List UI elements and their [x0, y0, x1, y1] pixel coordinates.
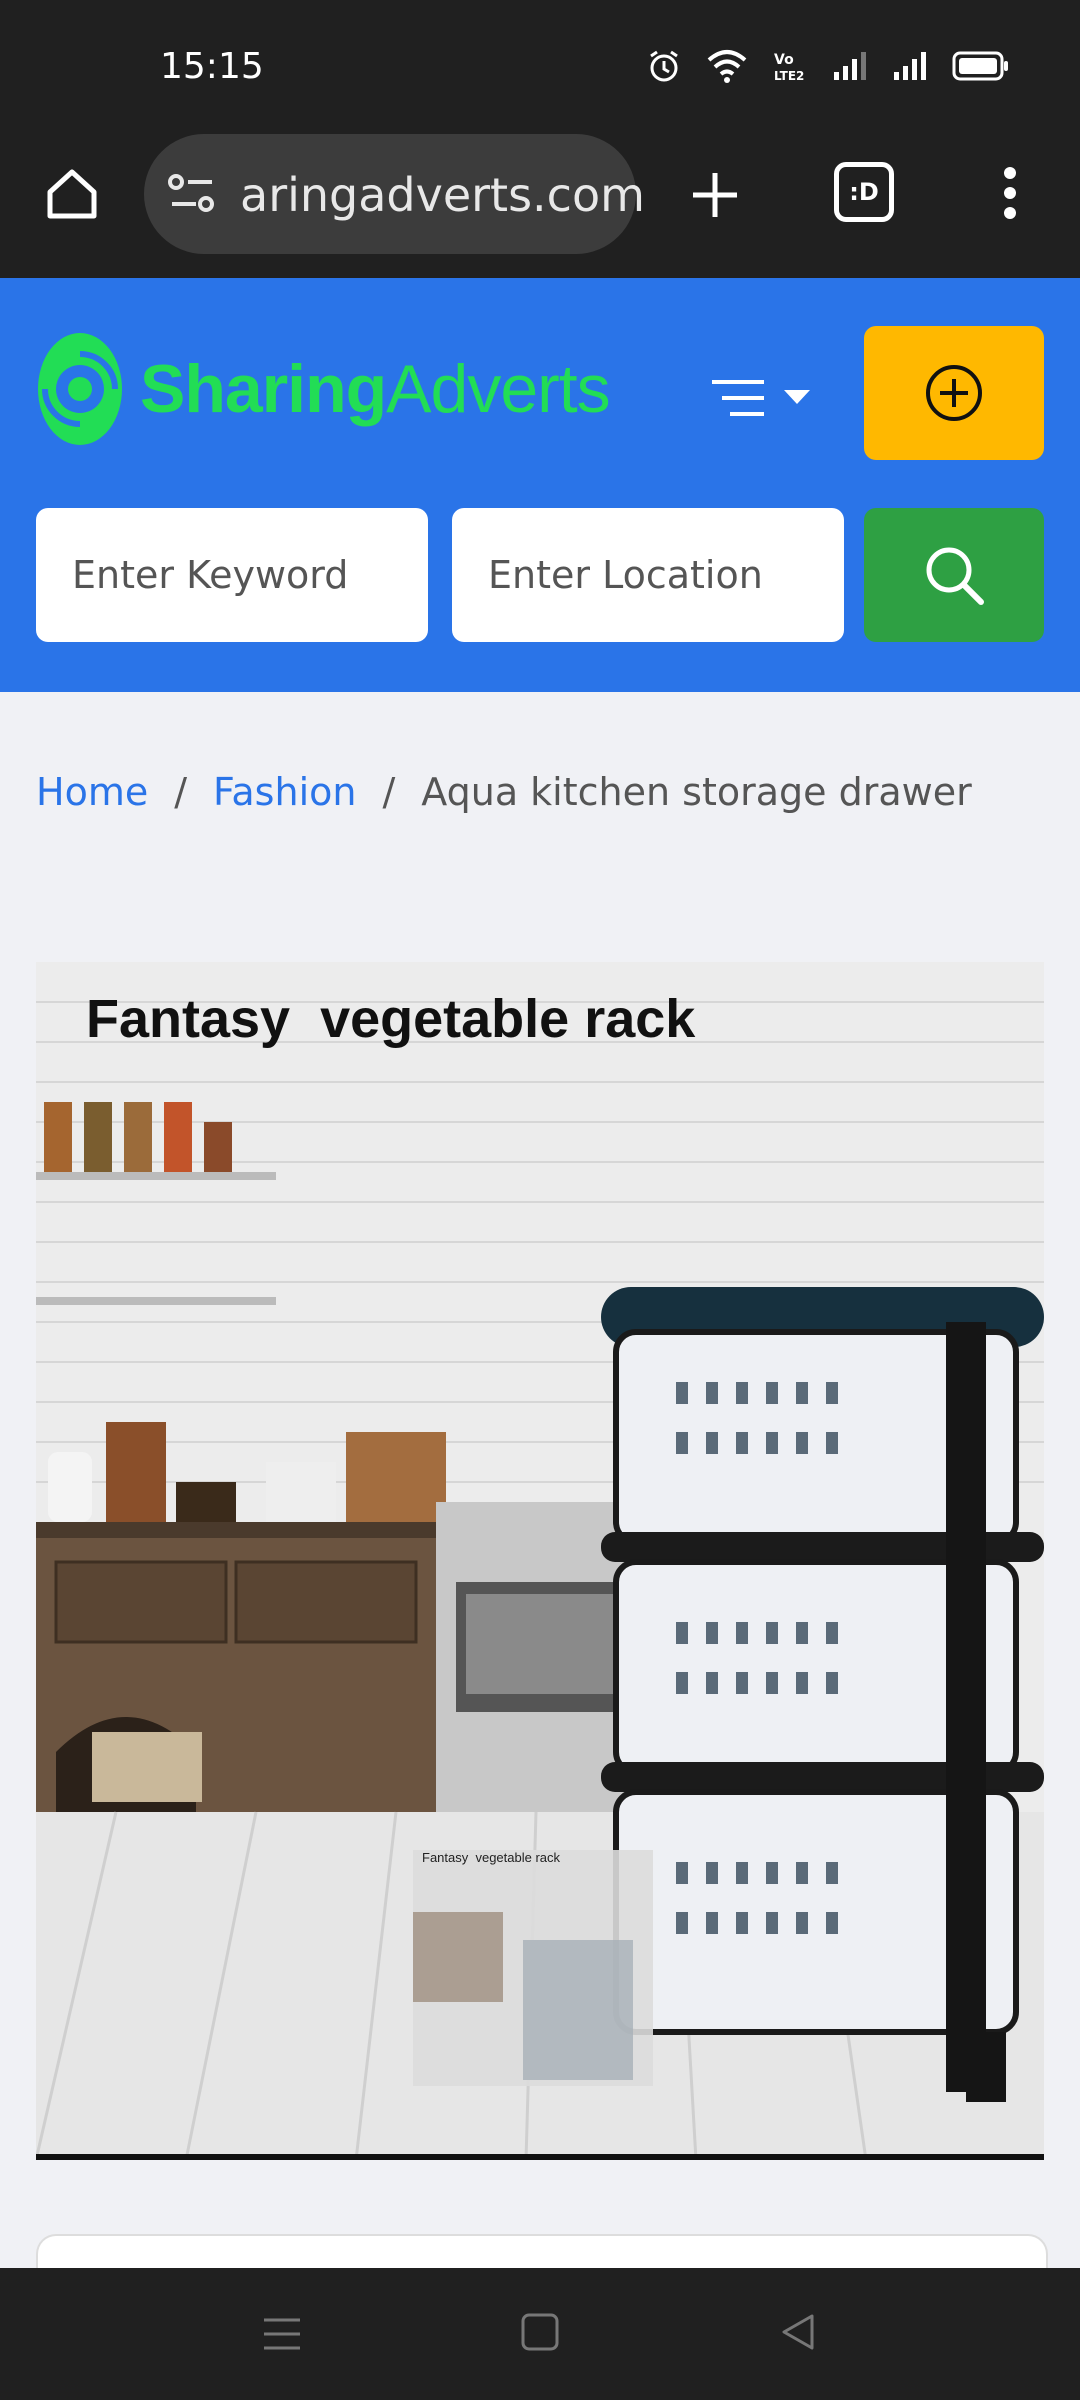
thumbnail-caption: Fantasy vegetable rack: [422, 1850, 561, 1865]
breadcrumb: Home / Fashion / Aqua kitchen storage dr…: [36, 770, 972, 814]
recent-apps-icon[interactable]: [262, 2314, 302, 2354]
home-button[interactable]: [36, 158, 108, 230]
volte-icon: VoLTE2: [774, 52, 804, 83]
product-image[interactable]: Fantasy vegetable rack Fantasy vegetable…: [36, 962, 1044, 2160]
search-icon: [926, 547, 984, 605]
breadcrumb-separator: /: [174, 770, 188, 814]
status-bar: 15:15 Vo LTE2: [0, 0, 1080, 130]
browser-toolbar: aringadverts.com :D: [0, 130, 1080, 278]
new-tab-icon: [693, 173, 737, 217]
post-ad-button[interactable]: [864, 326, 1044, 460]
status-icons: Vo LTE2: [646, 48, 1010, 84]
location-input[interactable]: Enter Location: [452, 508, 844, 642]
search-button[interactable]: [864, 508, 1044, 642]
signal-icon: [834, 52, 866, 80]
svg-text:Vo: Vo: [774, 52, 794, 68]
logo-mark-icon: [38, 333, 122, 445]
home-icon: [47, 169, 97, 219]
more-icon: [1004, 167, 1016, 219]
menu-button[interactable]: [710, 368, 820, 428]
image-caption: Fantasy vegetable rack: [86, 989, 696, 1049]
chevron-down-icon: [784, 390, 810, 404]
address-bar[interactable]: aringadverts.com: [144, 134, 645, 254]
site-settings-icon[interactable]: [168, 172, 216, 216]
add-circle-icon: [926, 365, 982, 421]
tab-count-label: :D: [849, 178, 879, 206]
keyword-input[interactable]: Enter Keyword: [36, 508, 428, 642]
status-time: 15:15: [160, 46, 264, 87]
logo-accent-text: Adverts: [386, 351, 611, 427]
breadcrumb-current: Aqua kitchen storage drawer: [421, 770, 972, 814]
back-icon[interactable]: [778, 2312, 818, 2352]
menu-icon: [712, 380, 764, 416]
home-nav-icon[interactable]: [520, 2312, 560, 2352]
logo-text: SharingAdverts: [140, 350, 611, 428]
site-logo[interactable]: SharingAdverts: [36, 330, 611, 448]
product-photo: [36, 962, 1044, 2160]
breadcrumb-home-link[interactable]: Home: [36, 770, 148, 814]
breadcrumb-category-link[interactable]: Fashion: [213, 770, 356, 814]
breadcrumb-separator: /: [382, 770, 396, 814]
alarm-icon: [650, 50, 678, 82]
new-tab-button[interactable]: [680, 160, 750, 230]
more-button[interactable]: [990, 158, 1030, 228]
logo-main-text: Sharing: [140, 351, 387, 427]
system-nav-bar: [0, 2268, 1080, 2400]
battery-icon: [952, 51, 1008, 81]
signal-icon: [894, 52, 926, 80]
tabs-button[interactable]: :D: [834, 162, 894, 222]
site-header: SharingAdverts Enter Keyword Enter Locat…: [0, 278, 1080, 692]
url-text: aringadverts.com: [240, 168, 645, 222]
svg-text:LTE2: LTE2: [774, 69, 804, 83]
wifi-icon: [707, 50, 747, 83]
